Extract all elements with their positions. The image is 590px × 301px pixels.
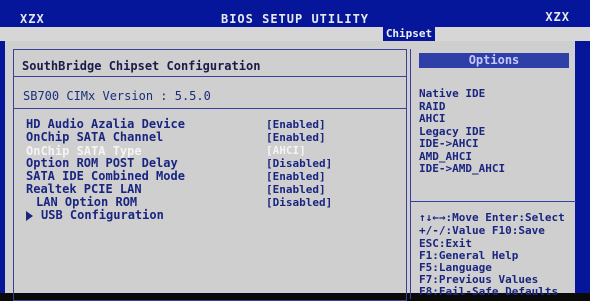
setting-value-realtek-lan[interactable]: [Enabled] <box>266 183 326 196</box>
key-hint-value: +/-/:Value F10:Save <box>419 224 545 237</box>
setting-value-ide-combined[interactable]: [Enabled] <box>266 170 326 183</box>
divider <box>14 108 406 109</box>
divider <box>411 201 576 202</box>
content-panel: SouthBridge Chipset Configuration SB700 … <box>5 41 576 301</box>
setting-value-sata-type[interactable]: [AHCI] <box>266 144 306 157</box>
option-ahci[interactable]: AHCI <box>419 112 446 125</box>
setting-value-hd-audio[interactable]: [Enabled] <box>266 118 326 131</box>
help-pane: Options Native IDE RAID AHCI Legacy IDE … <box>410 49 576 299</box>
options-title: Options <box>419 53 569 68</box>
version-text: SB700 CIMx Version : 5.5.0 <box>23 89 211 103</box>
submenu-arrow-icon <box>26 210 33 221</box>
setting-label-ide-combined[interactable]: SATA IDE Combined Mode <box>26 169 185 183</box>
app-title: BIOS SETUP UTILITY <box>220 12 370 26</box>
setting-value-rom-post-delay[interactable]: [Disabled] <box>266 157 332 170</box>
key-hint-move: ↑↓←→:Move Enter:Select <box>419 211 565 224</box>
settings-pane: SouthBridge Chipset Configuration SB700 … <box>13 49 407 301</box>
setting-label-realtek-lan[interactable]: Realtek PCIE LAN <box>26 182 142 196</box>
setting-value-lan-rom[interactable]: [Disabled] <box>266 196 332 209</box>
tab-chipset[interactable]: Chipset <box>383 27 435 41</box>
title-right-tag: XZX <box>545 10 570 24</box>
setting-label-sata-channel[interactable]: OnChip SATA Channel <box>26 130 163 144</box>
tab-bar: Chipset <box>0 27 590 41</box>
title-bar: XZX BIOS SETUP UTILITY XZX <box>0 0 590 28</box>
option-ide-ahci[interactable]: IDE->AHCI <box>419 137 479 150</box>
option-native-ide[interactable]: Native IDE <box>419 87 485 100</box>
key-hint-defaults: F8:Fail-Safe Defaults <box>419 285 559 298</box>
section-title: SouthBridge Chipset Configuration <box>22 59 261 73</box>
setting-label-hd-audio[interactable]: HD Audio Azalia Device <box>26 117 185 131</box>
bios-screen: XZX BIOS SETUP UTILITY XZX Chipset South… <box>0 0 590 301</box>
setting-value-sata-channel[interactable]: [Enabled] <box>266 131 326 144</box>
setting-label-rom-post-delay[interactable]: Option ROM POST Delay <box>26 156 178 170</box>
option-ide-amd-ahci[interactable]: IDE->AMD_AHCI <box>419 162 505 175</box>
submenu-label: USB Configuration <box>41 208 164 222</box>
setting-label-lan-rom[interactable]: LAN Option ROM <box>36 195 137 209</box>
submenu-usb-configuration[interactable]: USB Configuration <box>26 208 164 222</box>
divider <box>14 76 406 77</box>
